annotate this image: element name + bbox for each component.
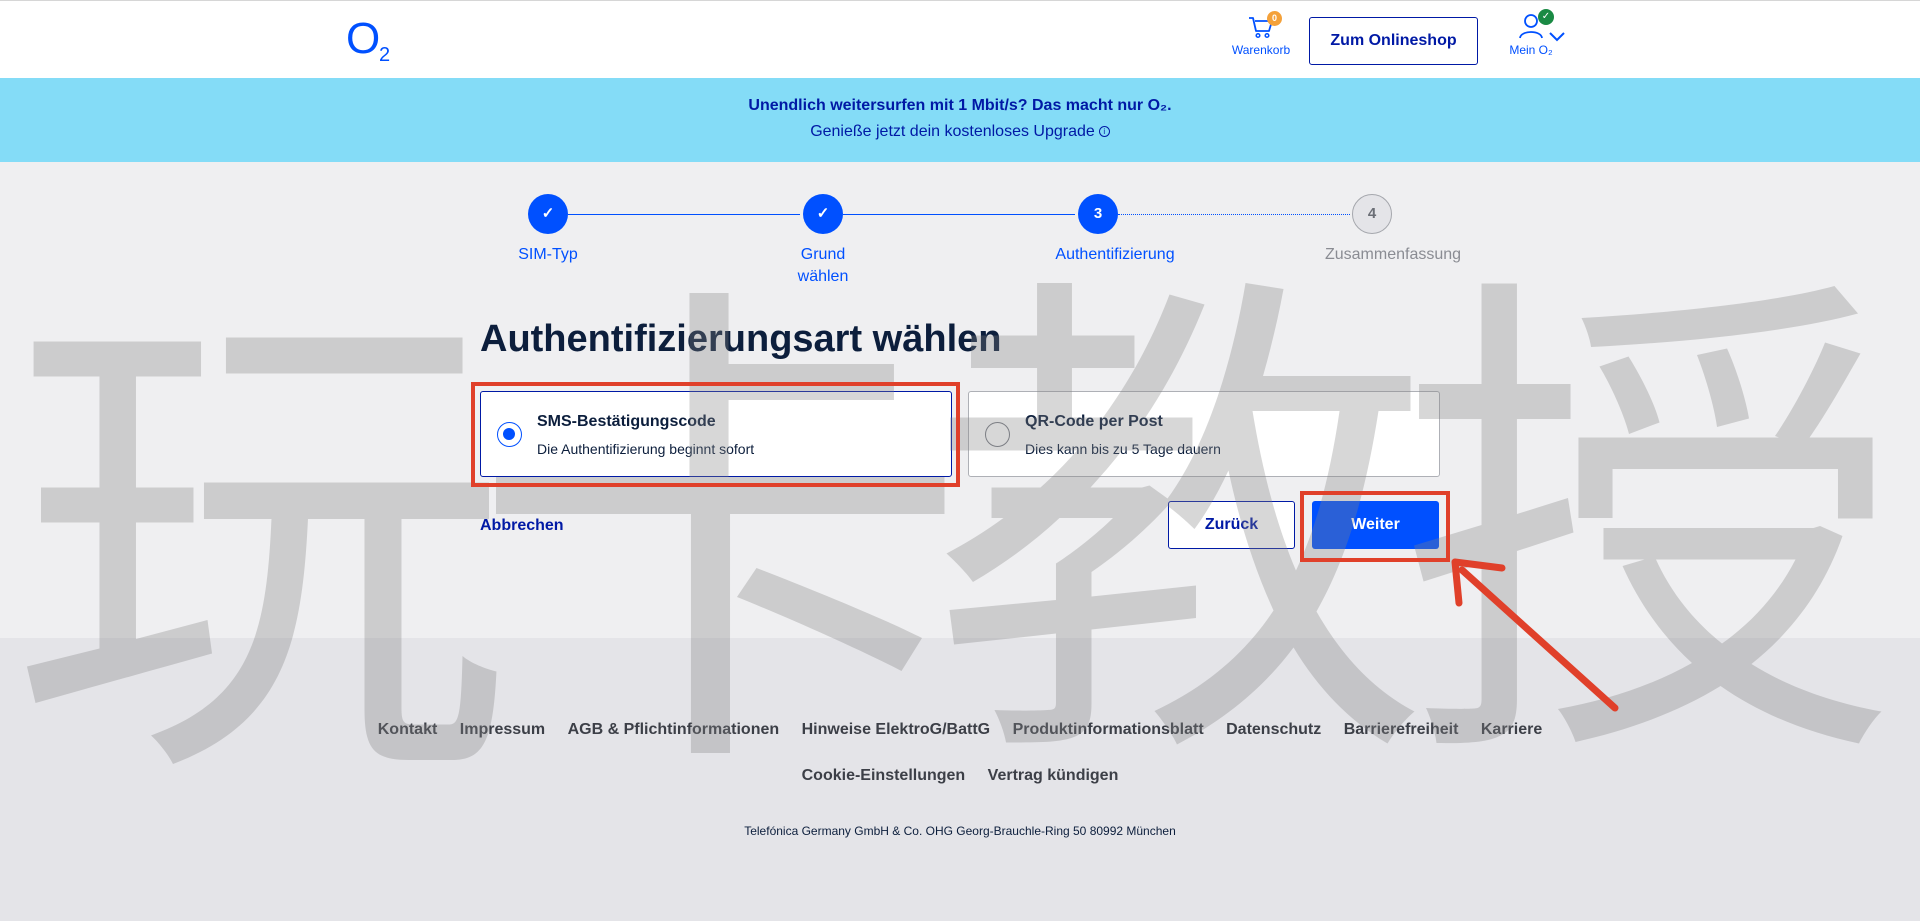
footer-link-produktinfo[interactable]: Produktinformationsblatt <box>1013 721 1204 739</box>
option-sms-code[interactable]: SMS-Bestätigungscode Die Authentifizieru… <box>480 391 952 477</box>
radio-qr-post[interactable] <box>985 422 1010 447</box>
account-label: Mein O₂ <box>1509 43 1553 57</box>
cancel-link[interactable]: Abbrechen <box>480 517 564 535</box>
site-header: O 2 0 Warenkorb Zum Onlineshop ✓ Mein O₂ <box>0 0 1920 78</box>
step-2-check-icon: ✓ <box>803 194 843 234</box>
logo-o: O <box>346 15 380 63</box>
promo-banner: Unendlich weitersurfen mit 1 Mbit/s? Das… <box>0 78 1920 162</box>
site-footer: Kontakt Impressum AGB & Pflichtinformati… <box>0 638 1920 921</box>
svg-text:2: 2 <box>379 44 390 63</box>
footer-link-kontakt[interactable]: Kontakt <box>378 721 438 739</box>
step-label-zusammenfassung: Zusammenfassung <box>1324 246 1462 263</box>
footer-link-vertrag-kuendigen[interactable]: Vertrag kündigen <box>988 767 1119 785</box>
footer-copyright: Telefónica Germany GmbH & Co. OHG Georg-… <box>744 824 1176 838</box>
footer-link-elektrog[interactable]: Hinweise ElektroG/BattG <box>802 721 991 739</box>
footer-link-cookies[interactable]: Cookie-Einstellungen <box>802 767 966 785</box>
step-connector <box>1118 214 1350 215</box>
step-4-number: 4 <box>1352 194 1392 234</box>
footer-link-impressum[interactable]: Impressum <box>460 721 545 739</box>
o2-logo[interactable]: O 2 <box>346 15 396 63</box>
radio-sms[interactable] <box>497 422 522 447</box>
page-title: Authentifizierungsart wählen <box>480 318 1002 360</box>
footer-links-row-2: Cookie-Einstellungen Vertrag kündigen <box>0 767 1920 785</box>
step-label-sim-typ: SIM-Typ <box>518 246 578 263</box>
option-qr-subtitle: Dies kann bis zu 5 Tage dauern <box>1025 441 1221 457</box>
banner-upgrade-line[interactable]: Genieße jetzt dein kostenloses Upgrade i <box>0 123 1920 141</box>
chevron-down-icon[interactable] <box>1548 31 1566 43</box>
footer-link-datenschutz[interactable]: Datenschutz <box>1226 721 1321 739</box>
banner-upgrade-text[interactable]: Genieße jetzt dein kostenloses Upgrade <box>810 123 1095 140</box>
step-connector <box>568 214 800 215</box>
online-shop-button[interactable]: Zum Onlineshop <box>1309 17 1478 65</box>
footer-link-karriere[interactable]: Karriere <box>1481 721 1542 739</box>
option-sms-title: SMS-Bestätigungscode <box>537 413 716 430</box>
footer-link-agb[interactable]: AGB & Pflichtinformationen <box>568 721 780 739</box>
logged-in-check-icon: ✓ <box>1538 9 1554 25</box>
option-qr-code-post[interactable]: QR-Code per Post Dies kann bis zu 5 Tage… <box>968 391 1440 477</box>
step-label-authentifizierung: Authentifizierung <box>1055 246 1175 263</box>
step-3-number: 3 <box>1078 194 1118 234</box>
info-icon[interactable]: i <box>1098 126 1110 138</box>
cart-button[interactable]: 0 Warenkorb <box>1226 11 1296 69</box>
next-button[interactable]: Weiter <box>1312 501 1439 549</box>
step-label-grund: Grund wählen <box>797 246 849 285</box>
progress-stepper: ✓ ✓ 3 4 SIM-Typ Grund wählen Authentifiz… <box>0 194 1920 285</box>
footer-link-barrierefreiheit[interactable]: Barrierefreiheit <box>1344 721 1459 739</box>
cart-label: Warenkorb <box>1231 43 1291 57</box>
banner-headline: Unendlich weitersurfen mit 1 Mbit/s? Das… <box>748 97 1172 114</box>
footer-links-row-1: Kontakt Impressum AGB & Pflichtinformati… <box>0 721 1920 739</box>
cart-count-badge: 0 <box>1267 11 1282 26</box>
back-button[interactable]: Zurück <box>1168 501 1295 549</box>
option-sms-subtitle: Die Authentifizierung beginnt sofort <box>537 441 755 457</box>
option-qr-title: QR-Code per Post <box>1025 413 1163 430</box>
step-1-check-icon: ✓ <box>528 194 568 234</box>
step-connector <box>843 214 1075 215</box>
